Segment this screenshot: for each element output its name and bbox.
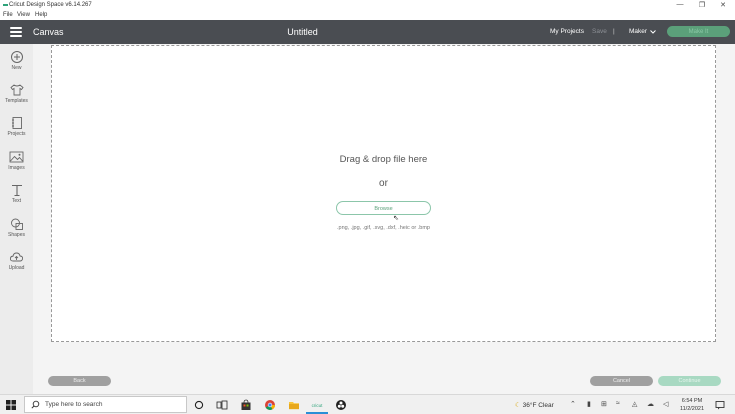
file-explorer-icon[interactable] (288, 399, 300, 411)
volume-icon[interactable]: ◁ (663, 400, 668, 408)
clock-time: 6:54 PM (681, 398, 703, 404)
search-placeholder: Type here to search (45, 401, 103, 408)
app-icon (3, 4, 8, 6)
sidebar-item-label: Shapes (8, 232, 25, 238)
header-separator: | (613, 28, 615, 35)
window-title: Cricut Design Space v6.14.267 (9, 2, 92, 8)
sidebar-item-shapes[interactable]: Shapes (0, 217, 33, 247)
image-icon (9, 151, 24, 163)
drop-zone-title: Drag & drop file here (339, 154, 428, 165)
my-projects-button[interactable]: My Projects (550, 28, 584, 35)
save-button[interactable]: Save (592, 28, 607, 35)
sidebar-item-label: Text (11, 198, 22, 204)
make-it-button[interactable]: Make It (667, 26, 730, 37)
maximize-button[interactable]: ❐ (696, 1, 708, 9)
cancel-button[interactable]: Cancel (590, 376, 653, 386)
machine-select[interactable]: Maker (629, 28, 647, 35)
supported-formats: .png, .jpg, .gif, .svg, .dxf, .heic or .… (337, 225, 430, 231)
cortana-icon[interactable] (193, 399, 205, 411)
drop-zone-or: or (379, 178, 388, 189)
close-button[interactable]: ✕ (717, 1, 729, 9)
project-title: Untitled (287, 27, 318, 37)
shirt-icon (9, 84, 24, 96)
windows-start-icon[interactable] (6, 400, 16, 410)
taskbar-clock[interactable]: 6:54 PM 11/2/2021 (672, 397, 712, 413)
bluetooth-tray-icon[interactable]: ≈ (616, 400, 620, 407)
file-drop-zone[interactable]: Drag & drop file here or Browse ⇖ .png, … (51, 45, 716, 342)
wifi-icon[interactable]: ◬ (632, 400, 637, 408)
sidebar-item-upload[interactable]: Upload (0, 250, 33, 280)
search-icon (31, 400, 40, 409)
text-icon (11, 184, 22, 197)
svg-text:cricut: cricut (312, 403, 323, 408)
mouse-cursor-icon: ⇖ (393, 215, 399, 222)
app-header: Canvas Untitled My Projects Save | Maker… (0, 20, 735, 44)
sidebar-item-label: Upload (8, 265, 25, 271)
sidebar-item-label: New (11, 65, 22, 71)
weather-text: 36°F Clear (522, 402, 554, 409)
sidebar-item-templates[interactable]: Templates (0, 83, 33, 113)
back-button[interactable]: Back (48, 376, 111, 386)
cloud-upload-icon (9, 252, 24, 262)
sidebar-item-label: Templates (5, 98, 28, 104)
chevron-down-icon[interactable] (650, 28, 656, 36)
obs-icon[interactable] (335, 399, 347, 411)
cricut-icon[interactable]: cricut (311, 399, 323, 411)
menu-file[interactable]: File (3, 12, 13, 18)
menu-view[interactable]: View (17, 12, 30, 18)
notebook-icon (11, 117, 22, 129)
sidebar-item-new[interactable]: New (0, 50, 33, 80)
notification-icon[interactable] (715, 400, 725, 410)
window-title-bar: Cricut Design Space v6.14.267 — ❐ ✕ (0, 0, 735, 11)
onedrive-icon[interactable]: ☁ (647, 400, 654, 408)
task-view-icon[interactable] (216, 399, 228, 411)
chrome-icon[interactable] (264, 399, 276, 411)
weather-widget[interactable]: ☾ 36°F Clear (515, 401, 554, 409)
sidebar-item-text[interactable]: Text (0, 183, 33, 213)
plus-circle-icon (10, 51, 23, 63)
sidebar-item-projects[interactable]: Projects (0, 116, 33, 146)
shapes-icon (10, 218, 23, 230)
menu-help[interactable]: Help (35, 12, 47, 18)
store-icon[interactable] (240, 399, 252, 411)
sidebar-item-label: Projects (7, 131, 26, 137)
minimize-button[interactable]: — (674, 1, 686, 8)
menu-bar: File View Help (0, 11, 735, 20)
clock-date: 11/2/2021 (679, 406, 705, 412)
chevron-up-icon[interactable]: ⌃ (570, 400, 576, 408)
microphone-icon[interactable]: ▮ (587, 400, 591, 408)
moon-icon: ☾ (515, 402, 521, 409)
network-tray-icon[interactable]: ⊞ (601, 400, 607, 408)
sidebar-item-images[interactable]: Images (0, 150, 33, 180)
windows-taskbar: Type here to search cricut ☾ 36°F Clear … (0, 394, 735, 414)
sidebar-item-label: Images (8, 165, 25, 171)
continue-button[interactable]: Continue (658, 376, 721, 386)
left-sidebar: New Templates Projects Images Text Shape… (0, 44, 33, 394)
browse-button[interactable]: Browse (336, 201, 431, 215)
taskbar-search-input[interactable]: Type here to search (24, 396, 187, 413)
